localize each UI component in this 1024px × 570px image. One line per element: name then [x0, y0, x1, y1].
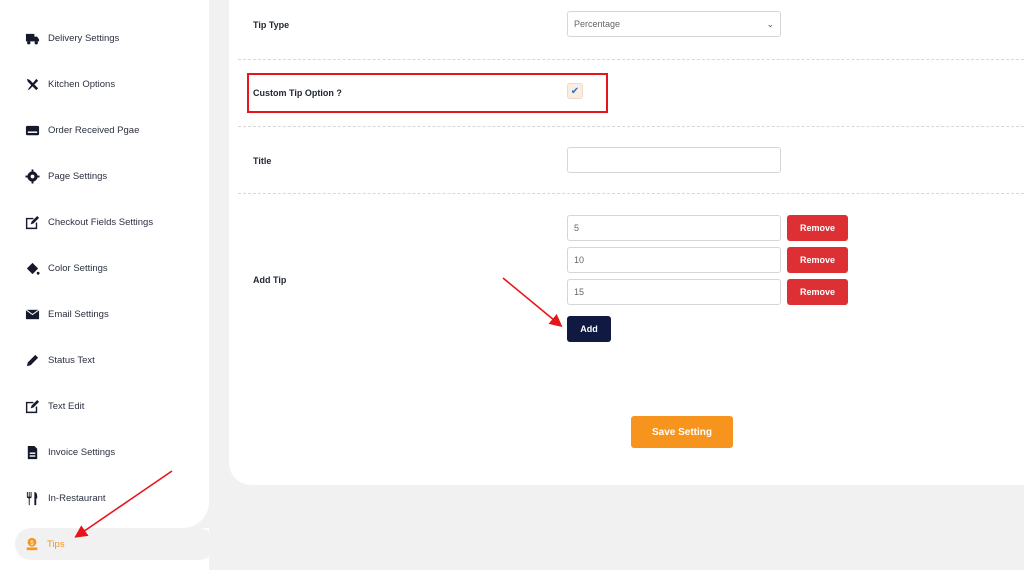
remove-button[interactable]: Remove — [787, 279, 848, 305]
tip-type-label: Tip Type — [253, 20, 290, 30]
title-label: Title — [253, 156, 272, 166]
sidebar-item-label: Page Settings — [48, 171, 108, 182]
card-icon — [25, 125, 40, 136]
sidebar-item-text-edit[interactable]: Text Edit — [25, 399, 84, 414]
sidebar-item-label: Status Text — [48, 355, 95, 366]
sidebar-item-email-settings[interactable]: Email Settings — [25, 307, 109, 322]
add-tip-button[interactable]: Add — [567, 316, 611, 342]
truck-icon — [25, 33, 40, 45]
sidebar-item-label: In-Restaurant — [48, 493, 106, 504]
custom-tip-label: Custom Tip Option ? — [253, 88, 342, 98]
sidebar-item-label: Color Settings — [48, 263, 108, 274]
sidebar-item-in-restaurant[interactable]: In-Restaurant — [25, 491, 106, 506]
save-setting-button[interactable]: Save Setting — [631, 416, 733, 448]
sidebar-item-label: Invoice Settings — [48, 447, 116, 458]
divider — [238, 126, 1024, 127]
sidebar-item-label: Delivery Settings — [48, 33, 120, 44]
paint-bucket-icon — [26, 262, 40, 275]
sidebar-item-checkout-fields-settings[interactable]: Checkout Fields Settings — [25, 215, 153, 230]
add-tip-label: Add Tip — [253, 275, 287, 285]
sidebar-item-order-received-pgae[interactable]: Order Received Pgae — [25, 123, 139, 138]
sidebar-item-label: Tips — [47, 538, 65, 550]
svg-text:$: $ — [30, 540, 34, 547]
sidebar-item-tips[interactable]: $ Tips — [15, 528, 215, 560]
remove-button[interactable]: Remove — [787, 215, 848, 241]
sidebar-item-label: Text Edit — [48, 401, 85, 412]
pencil-icon — [26, 354, 39, 367]
custom-tip-checkbox[interactable]: ✔ — [567, 83, 583, 99]
tip-input[interactable]: 5 — [567, 215, 781, 241]
divider — [238, 59, 1024, 60]
check-icon: ✔ — [570, 85, 580, 97]
tip-type-value: Percentage — [574, 19, 621, 29]
envelope-icon — [25, 309, 40, 320]
sidebar-item-delivery-settings[interactable]: Delivery Settings — [25, 31, 119, 46]
divider — [238, 193, 1024, 194]
sidebar-item-label: Kitchen Options — [48, 79, 116, 90]
tools-icon — [26, 78, 39, 91]
file-invoice-icon — [27, 445, 38, 460]
sidebar-item-invoice-settings[interactable]: Invoice Settings — [25, 445, 115, 460]
gear-icon — [25, 169, 40, 184]
sidebar-item-label: Checkout Fields Settings — [48, 217, 154, 228]
tip-input[interactable]: 10 — [567, 247, 781, 273]
tip-type-select[interactable]: Percentage ⌄ — [567, 11, 781, 37]
sidebar-item-color-settings[interactable]: Color Settings — [25, 261, 108, 276]
utensils-icon — [26, 491, 38, 506]
tip-input[interactable]: 15 — [567, 279, 781, 305]
chevron-down-icon: ⌄ — [766, 18, 774, 29]
sidebar-item-kitchen-options[interactable]: Kitchen Options — [25, 77, 115, 92]
remove-button[interactable]: Remove — [787, 247, 848, 273]
sidebar-item-label: Email Settings — [48, 309, 109, 320]
title-input[interactable] — [567, 147, 781, 173]
sidebar-item-page-settings[interactable]: Page Settings — [25, 169, 107, 184]
edit-icon — [25, 215, 40, 230]
sidebar-item-status-text[interactable]: Status Text — [25, 353, 95, 368]
sidebar-item-label: Order Received Pgae — [48, 125, 140, 136]
coin-hand-icon: $ — [26, 537, 38, 551]
edit-icon — [25, 399, 40, 414]
